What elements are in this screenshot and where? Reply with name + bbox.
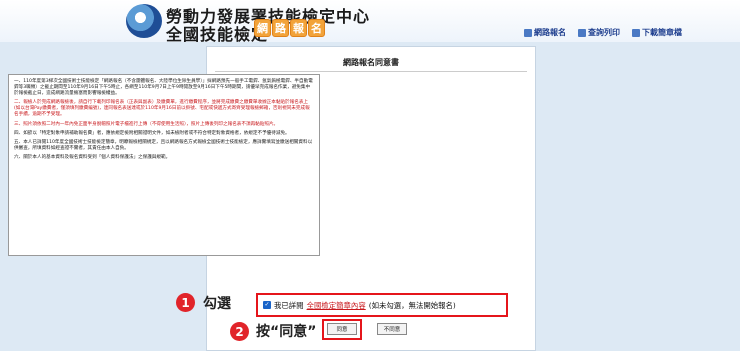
- doc-paragraph-5: 五、本人已詳閱110年度全國技術士技能檢定簡章，明瞭報檢相關規定，且以網路報名方…: [14, 139, 313, 151]
- link-label: 下載簡章檔: [642, 28, 682, 37]
- consent-suffix: (如未勾選，無法開始報名): [368, 300, 456, 310]
- register-icon: [524, 28, 532, 37]
- link-label: 網路報名: [534, 28, 566, 37]
- online-registration-badge: 網 路 報 名: [254, 19, 325, 37]
- badge-char: 報: [290, 19, 307, 37]
- badge-char: 路: [272, 19, 289, 37]
- link-online-register[interactable]: 網路報名: [524, 27, 566, 38]
- consent-checkbox[interactable]: ✓: [263, 301, 271, 309]
- badge-char: 名: [308, 19, 325, 37]
- download-icon: [632, 28, 640, 37]
- consent-prefix: 我已詳閱: [274, 300, 304, 310]
- agree-button[interactable]: 同意: [327, 323, 357, 335]
- doc-paragraph-1: 一、110年度第3梯次全國技術士技能檢定「網路報名（不含團體報名、大陸學位生除生…: [14, 79, 313, 97]
- doc-paragraph-3: 三、照片須依照二吋內一年內免正面半身脫帽照片電子檔進行上傳（不得使用生活照），照…: [14, 121, 279, 127]
- badge-char: 網: [254, 19, 271, 37]
- logo-icon: [126, 4, 162, 38]
- step1-label: 勾選: [203, 296, 231, 312]
- consent-document[interactable]: 一、110年度第3梯次全國技術士技能檢定「網路報名（不含團體報名、大陸學位生除生…: [8, 74, 320, 256]
- link-label: 查詢列印: [588, 28, 620, 37]
- divider: [215, 71, 527, 72]
- print-icon: [578, 28, 586, 37]
- step1-marker: 1: [176, 293, 195, 312]
- page-title: 網路報名同意書: [343, 58, 399, 67]
- doc-paragraph-4: 四、如欲以「特定對象申請補助報名費」者，應依規定檢附相關證明文件，如未檢附者或不…: [14, 130, 290, 136]
- step2-label: 按“同意”: [256, 324, 317, 340]
- step2-marker: 2: [230, 322, 249, 341]
- link-query-print[interactable]: 查詢列印: [578, 27, 620, 38]
- doc-paragraph-6: 六、關於本人的基本資料及報名資料受到「個人資料保護法」之保護與規範。: [14, 154, 171, 160]
- top-links: 網路報名 查詢列印 下載簡章檔: [524, 27, 682, 38]
- header: 勞動力發展署技能檢定中心 全國技能檢定 網 路 報 名 網路報名 查詢列印 下載…: [0, 0, 740, 44]
- guide-link[interactable]: 全國檢定簡章內容: [307, 300, 366, 311]
- disagree-button[interactable]: 不同意: [377, 323, 407, 335]
- link-download-guide[interactable]: 下載簡章檔: [632, 27, 682, 38]
- consent-row: ✓ 我已詳閱 全國檢定簡章內容 (如未勾選，無法開始報名): [256, 293, 508, 317]
- doc-paragraph-2: 二、報檢人於完成網路報檢後，請自行下載列印報名表（正表與副表）及繳費單，進行繳費…: [14, 100, 310, 118]
